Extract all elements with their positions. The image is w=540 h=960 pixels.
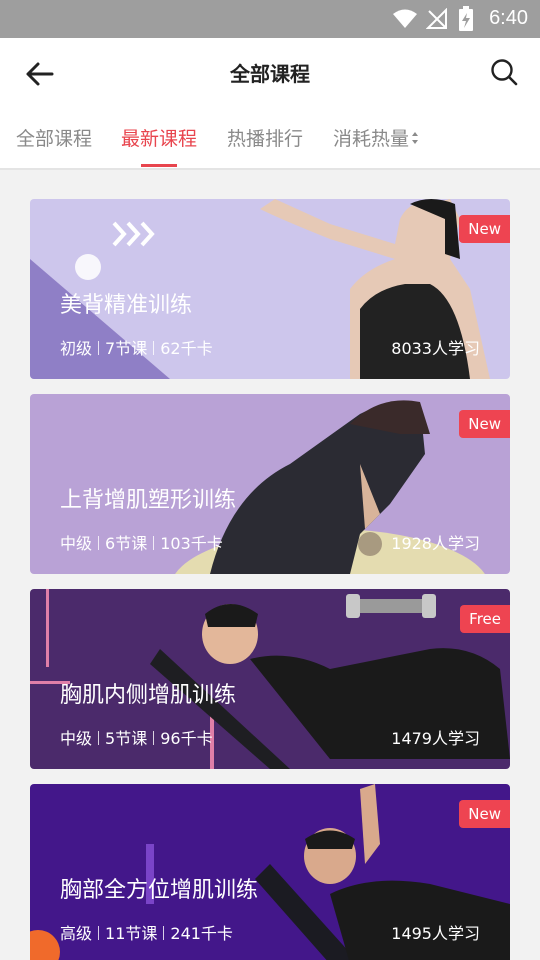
- meta-divider: [153, 341, 155, 355]
- course-level: 中级: [60, 729, 93, 748]
- meta-divider: [153, 536, 155, 550]
- meta-divider: [98, 536, 100, 550]
- tab-all-courses[interactable]: 全部课程: [16, 124, 92, 151]
- course-lessons: 7节课: [105, 339, 148, 358]
- search-icon[interactable]: [488, 56, 520, 88]
- sort-arrows-icon: [412, 131, 419, 144]
- course-learners: 1495人学习: [391, 924, 480, 943]
- course-tabs: 全部课程 最新课程 热播排行 消耗热量: [0, 108, 540, 170]
- course-card[interactable]: New 美背精准训练 初级 7节课 62千卡 8033人学习: [30, 199, 510, 379]
- course-level: 中级: [60, 534, 93, 553]
- course-badge: New: [459, 215, 510, 243]
- course-lessons: 6节课: [105, 534, 148, 553]
- tab-calorie-burn-label: 消耗热量: [333, 128, 410, 150]
- battery-charging-icon: [459, 6, 473, 31]
- meta-divider: [98, 731, 100, 745]
- course-badge: Free: [460, 605, 510, 633]
- course-card[interactable]: Free 胸肌内侧增肌训练 中级 5节课 96千卡 1479人学习: [30, 589, 510, 769]
- course-title: 胸肌内侧增肌训练: [60, 683, 237, 708]
- course-title: 美背精准训练: [60, 293, 193, 318]
- meta-divider: [153, 731, 155, 745]
- course-meta: 高级 11节课 241千卡: [60, 920, 233, 944]
- wifi-icon: [393, 9, 417, 28]
- status-time: 6:40: [489, 7, 528, 29]
- course-meta: 中级 6节课 103千卡: [60, 530, 223, 554]
- course-meta: 中级 5节课 96千卡: [60, 725, 213, 749]
- course-level: 高级: [60, 924, 93, 943]
- course-learners: 1479人学习: [391, 729, 480, 748]
- course-calories: 241千卡: [170, 924, 233, 943]
- course-level: 初级: [60, 339, 93, 358]
- tab-latest-courses[interactable]: 最新课程: [121, 124, 197, 151]
- course-learners: 8033人学习: [391, 339, 480, 358]
- course-calories: 103千卡: [160, 534, 223, 553]
- course-card[interactable]: New 上背增肌塑形训练 中级 6节课 103千卡 1928人学习: [30, 394, 510, 574]
- course-learners: 1928人学习: [391, 534, 480, 553]
- meta-divider: [98, 341, 100, 355]
- course-lessons: 5节课: [105, 729, 148, 748]
- status-bar: 6:40: [0, 0, 540, 38]
- tab-hot-ranking[interactable]: 热播排行: [227, 124, 303, 151]
- course-card[interactable]: New 胸部全方位增肌训练 高级 11节课 241千卡 1495人学习: [30, 784, 510, 960]
- course-badge: New: [459, 800, 510, 828]
- course-lessons: 11节课: [105, 924, 158, 943]
- app-bar: 全部课程: [0, 38, 540, 108]
- meta-divider: [98, 926, 100, 940]
- course-badge: New: [459, 410, 510, 438]
- page-title: 全部课程: [230, 62, 310, 86]
- tab-calorie-burn[interactable]: 消耗热量: [333, 124, 419, 151]
- meta-divider: [163, 926, 165, 940]
- no-signal-icon: [426, 8, 447, 29]
- course-calories: 62千卡: [160, 339, 213, 358]
- course-meta: 初级 7节课 62千卡: [60, 335, 213, 359]
- course-calories: 96千卡: [160, 729, 213, 748]
- active-tab-indicator: [141, 164, 177, 167]
- course-title: 上背增肌塑形训练: [60, 488, 237, 513]
- course-title: 胸部全方位增肌训练: [60, 878, 259, 903]
